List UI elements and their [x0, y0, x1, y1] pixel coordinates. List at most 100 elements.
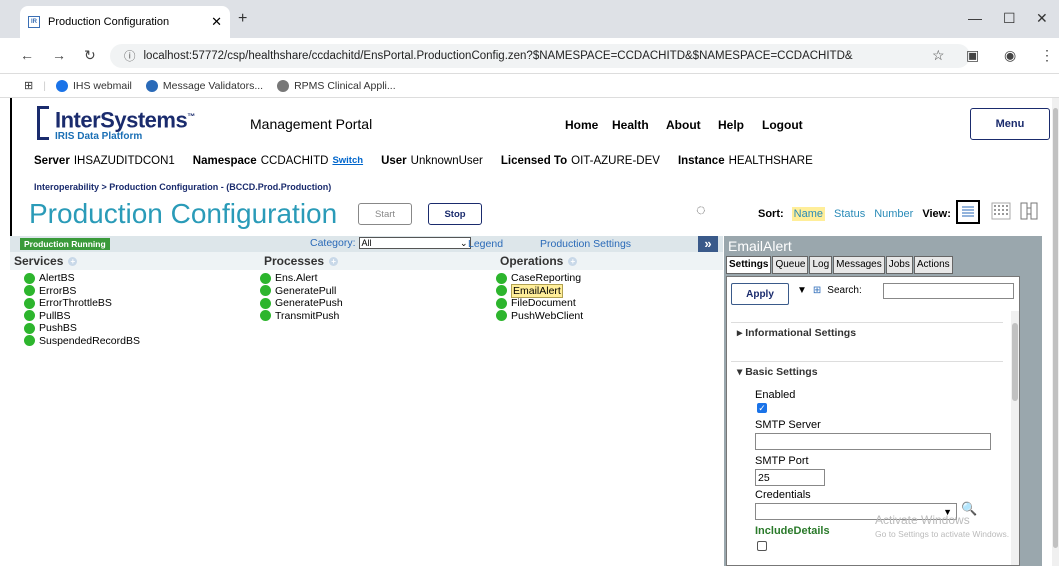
breadcrumb[interactable]: Interoperability > Production Configurat…	[34, 182, 331, 192]
refresh-spinner-icon[interactable]: ◌	[696, 202, 706, 220]
list-item[interactable]: SuspendedRecordBS	[24, 335, 140, 347]
bookmark-ihs-webmail[interactable]: IHS webmail	[55, 79, 132, 92]
diagram-toolbar: Production Running Category: All ⌄ Legen…	[10, 236, 723, 252]
tab-close-icon[interactable]: ✕	[211, 14, 222, 30]
production-status-badge: Production Running	[20, 238, 110, 250]
nav-health[interactable]: Health	[612, 118, 649, 132]
smtp-server-field[interactable]	[755, 433, 991, 450]
profile-icon[interactable]: ◉	[1004, 47, 1016, 64]
operations-list: CaseReporting EmailAlert FileDocument Pu…	[496, 272, 583, 322]
list-item[interactable]: Ens.Alert	[260, 272, 343, 284]
status-ok-icon	[496, 310, 507, 321]
category-select[interactable]: All ⌄	[358, 237, 471, 249]
bookmark-rpms[interactable]: RPMS Clinical Appli...	[277, 79, 396, 92]
list-item[interactable]: TransmitPush	[260, 310, 343, 322]
production-diagram-panel: Production Running Category: All ⌄ Legen…	[10, 236, 723, 566]
switch-namespace-link[interactable]: Switch	[332, 155, 363, 167]
operations-header: Operations +	[500, 254, 578, 268]
nav-about[interactable]: About	[666, 118, 701, 132]
smtp-port-field[interactable]: 25	[755, 469, 825, 486]
list-item[interactable]: GeneratePush	[260, 297, 343, 309]
page-scrollbar[interactable]	[1052, 98, 1059, 566]
browser-menu-icon[interactable]: ⋮	[1040, 47, 1054, 64]
informational-settings-header[interactable]: ▸ Informational Settings	[737, 327, 856, 339]
production-settings-link[interactable]: Production Settings	[540, 238, 631, 250]
status-ok-icon	[260, 310, 271, 321]
reading-mode-icon[interactable]: ▣	[966, 47, 979, 64]
diagram-view-icon[interactable]	[1018, 200, 1042, 224]
status-ok-icon	[24, 322, 35, 334]
globe-icon	[277, 79, 290, 92]
add-service-icon[interactable]: +	[68, 256, 78, 266]
minimize-icon[interactable]: —	[968, 10, 982, 26]
search-input[interactable]	[883, 283, 1014, 299]
stop-button[interactable]: Stop	[428, 203, 482, 225]
list-item[interactable]: PullBS	[24, 310, 140, 322]
status-ok-icon	[24, 272, 35, 284]
start-button[interactable]: Start	[358, 203, 412, 225]
bookmark-message-validators[interactable]: Message Validators...	[145, 79, 263, 92]
url-text: localhost:57772/csp/healthshare/ccdachit…	[143, 50, 853, 62]
browser-tab[interactable]: IR Production Configuration ✕	[20, 6, 230, 38]
list-item[interactable]: CaseReporting	[496, 272, 583, 284]
status-ok-icon	[496, 297, 507, 309]
settings-scrollbar[interactable]	[1011, 311, 1019, 565]
reload-icon[interactable]: ↻	[84, 47, 96, 64]
nav-help[interactable]: Help	[718, 118, 744, 132]
list-item[interactable]: FileDocument	[496, 297, 583, 309]
apply-button[interactable]: Apply	[731, 283, 789, 305]
nav-logout[interactable]: Logout	[762, 118, 803, 132]
tab-queue[interactable]: Queue	[772, 256, 809, 274]
bookmarks-bar: ⊞ | IHS webmail Message Validators... RP…	[0, 74, 1059, 98]
site-info-icon[interactable]: ⓘ	[124, 48, 136, 64]
expand-all-icon[interactable]: ⊞	[813, 285, 821, 296]
sort-status[interactable]: Status	[834, 208, 865, 220]
sort-number[interactable]: Number	[874, 208, 913, 220]
list-item[interactable]: PushWebClient	[496, 310, 583, 322]
nav-home[interactable]: Home	[565, 118, 598, 132]
add-operation-icon[interactable]: +	[568, 256, 578, 266]
tab-jobs[interactable]: Jobs	[885, 256, 913, 274]
tab-actions[interactable]: Actions	[913, 256, 953, 274]
processes-list: Ens.Alert GeneratePull GeneratePush Tran…	[260, 272, 343, 322]
intersystems-logo: InterSystems™ IRIS Data Platform	[37, 106, 195, 143]
apps-grid-icon[interactable]: ⊞	[24, 79, 33, 92]
list-item[interactable]: AlertBS	[24, 272, 140, 284]
tab-settings[interactable]: Settings	[726, 256, 772, 274]
portal-title: Management Portal	[250, 116, 373, 132]
expand-panel-button[interactable]: »	[698, 236, 718, 252]
smtp-server-label: SMTP Server	[755, 419, 821, 431]
category-filter: Category: All ⌄	[310, 237, 471, 249]
add-process-icon[interactable]: +	[329, 256, 339, 266]
forward-icon[interactable]: →	[52, 47, 66, 63]
tab-messages[interactable]: Messages	[833, 256, 885, 274]
grid-view-icon[interactable]	[990, 200, 1014, 224]
status-ok-icon	[496, 285, 507, 296]
tab-log[interactable]: Log	[809, 256, 833, 274]
include-details-checkbox[interactable]	[757, 541, 767, 551]
list-item-selected[interactable]: EmailAlert	[496, 283, 583, 298]
list-item[interactable]: GeneratePull	[260, 285, 343, 297]
watermark-subtitle: Go to Settings to activate Windows.	[875, 529, 1010, 539]
list-view-icon[interactable]	[956, 200, 980, 224]
bookmark-star-icon[interactable]: ☆	[932, 47, 945, 64]
sort-name[interactable]: Name	[791, 207, 826, 221]
maximize-icon[interactable]: ☐	[1003, 10, 1016, 27]
watermark-title: Activate Windows	[875, 513, 970, 527]
list-item[interactable]: ErrorThrottleBS	[24, 297, 140, 309]
server-info-line: Server IHSAZUDITDCON1 Namespace CCDACHIT…	[34, 155, 813, 167]
list-item[interactable]: PushBS	[24, 322, 140, 334]
list-item[interactable]: ErrorBS	[24, 285, 140, 297]
new-tab-icon[interactable]: +	[238, 10, 247, 28]
url-field[interactable]: ⓘ localhost:57772/csp/healthshare/ccdach…	[110, 44, 970, 68]
credentials-label: Credentials	[755, 489, 811, 501]
window-close-icon[interactable]: ✕	[1036, 10, 1048, 27]
basic-settings-header[interactable]: ▾ Basic Settings	[737, 366, 818, 378]
back-icon[interactable]: ←	[20, 47, 34, 63]
menu-button[interactable]: Menu	[970, 108, 1050, 140]
legend-link[interactable]: Legend	[468, 238, 503, 250]
status-ok-icon	[24, 335, 35, 346]
browser-tab-strip: IR Production Configuration ✕ + — ☐ ✕	[0, 0, 1059, 38]
enabled-checkbox[interactable]: ✓	[757, 403, 767, 413]
dropdown-arrow-icon[interactable]: ▼	[797, 285, 807, 296]
